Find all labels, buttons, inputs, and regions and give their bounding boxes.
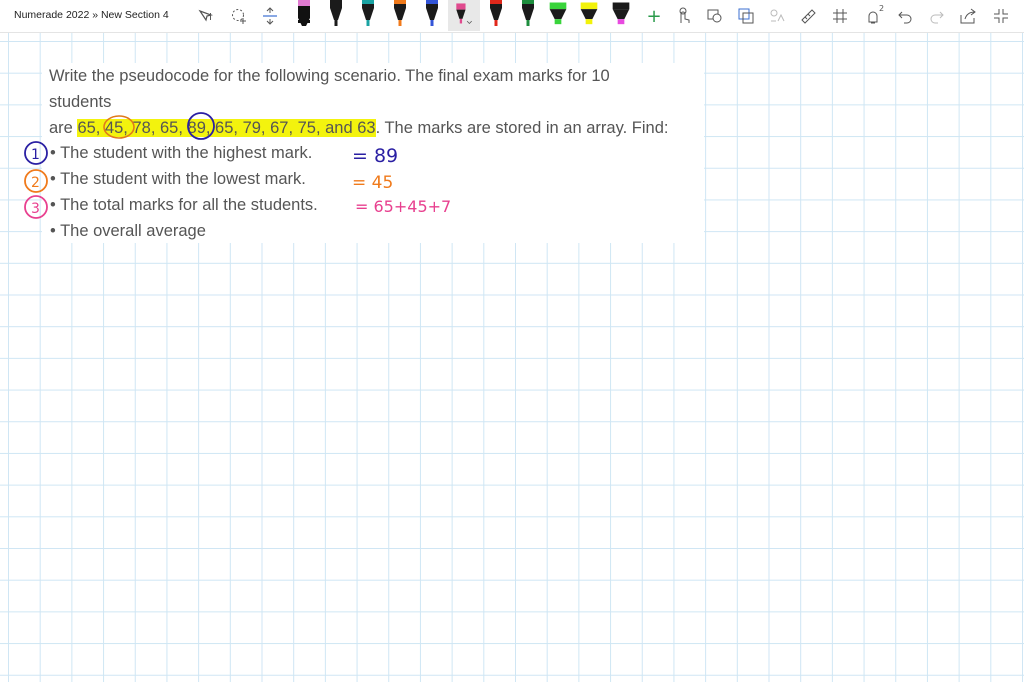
- undo-icon[interactable]: [894, 4, 916, 28]
- lasso-ink-icon[interactable]: [704, 4, 726, 28]
- text-select-icon[interactable]: I: [196, 4, 218, 28]
- replay-badge: 2: [879, 4, 885, 13]
- pen-pink-selected-icon[interactable]: [454, 0, 474, 30]
- svg-text:I: I: [209, 12, 212, 23]
- ink-to-shape-icon[interactable]: [735, 4, 757, 28]
- bullet-average: • The overall average: [50, 221, 206, 240]
- pen-green-icon[interactable]: [518, 0, 538, 30]
- pen-teal-icon[interactable]: [358, 0, 378, 30]
- highlighter-green-icon[interactable]: [548, 0, 568, 30]
- replay-ink-icon[interactable]: 2: [862, 4, 884, 28]
- collapse-fullscreen-icon[interactable]: [990, 4, 1012, 28]
- ruler-icon[interactable]: [797, 4, 819, 28]
- problem-line-1: Write the pseudocode for the following s…: [49, 67, 610, 85]
- pen-dark-icon[interactable]: [326, 0, 346, 30]
- pen-red-icon[interactable]: [486, 0, 506, 30]
- highlighter-yellow-icon[interactable]: [579, 0, 599, 30]
- problem-line-2: students: [49, 92, 112, 111]
- bullet-highest: • The student with the highest mark.: [50, 144, 313, 163]
- add-space-icon[interactable]: [259, 4, 281, 28]
- redo-icon[interactable]: [926, 4, 948, 28]
- highlighted-marks: 65, 45, 78, 65, 89, 65, 79, 67, 75, and …: [77, 118, 376, 137]
- ribbon-toolbar: Numerade 2022 » New Section 4 I + 2: [0, 0, 1024, 33]
- bullet-total: • The total marks for all the students.: [50, 195, 318, 214]
- touch-draw-icon[interactable]: [673, 4, 695, 28]
- share-icon[interactable]: [957, 4, 979, 28]
- ink-to-math-icon[interactable]: [766, 4, 788, 28]
- pen-orange-icon[interactable]: [390, 0, 410, 30]
- add-pen-icon[interactable]: +: [643, 4, 665, 28]
- highlighter-magenta-icon[interactable]: [611, 0, 631, 30]
- problem-line-3-suffix: . The marks are stored in an array. Find…: [375, 118, 669, 137]
- bullet-lowest: • The student with the lowest mark.: [50, 170, 306, 189]
- problem-statement[interactable]: Write the pseudocode for the following s…: [49, 64, 704, 245]
- breadcrumb[interactable]: Numerade 2022 » New Section 4: [14, 9, 169, 21]
- pen-black-icon[interactable]: [294, 0, 314, 30]
- problem-line-3-prefix: are: [49, 118, 78, 137]
- problem-line-3: are 65, 45, 78, 65, 89, 65, 79, 67, 75, …: [49, 116, 704, 142]
- pen-blue-icon[interactable]: [422, 0, 442, 30]
- lasso-select-icon[interactable]: [228, 4, 250, 28]
- grid-lines-icon[interactable]: [829, 4, 851, 28]
